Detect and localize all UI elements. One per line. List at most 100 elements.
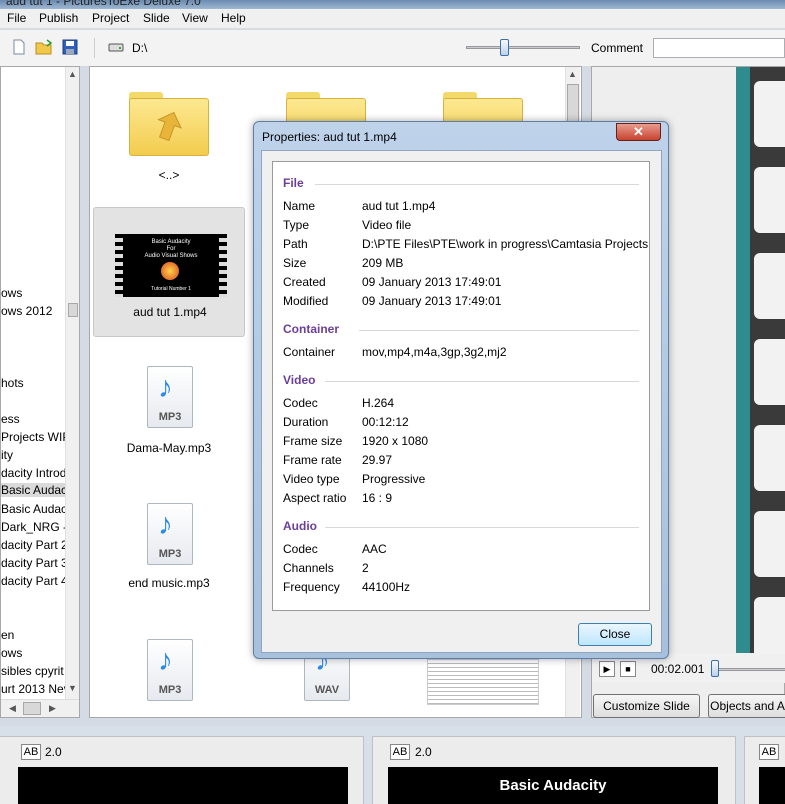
properties-list: File Name aud tut 1.mp4 Type Video file … xyxy=(272,161,650,611)
prop-value: mov,mp4,m4a,3gp,3g2,mj2 xyxy=(362,345,507,359)
playback-slider-handle[interactable] xyxy=(711,660,719,677)
scroll-up-icon[interactable]: ▲ xyxy=(568,69,577,79)
tree-item[interactable]: en xyxy=(1,628,14,642)
scroll-left-icon[interactable]: ◀ xyxy=(9,703,16,714)
file-item-label: end music.mp3 xyxy=(128,576,210,590)
text-document-thumbnail[interactable] xyxy=(427,659,539,705)
slide-card[interactable]: AB 2.0 xyxy=(0,736,364,804)
tree-item[interactable]: dacity Introd xyxy=(1,466,66,480)
transition-ab-icon[interactable]: AB xyxy=(759,744,779,760)
new-file-icon[interactable] xyxy=(11,39,27,55)
prop-value: Video file xyxy=(362,218,412,232)
tree-item[interactable]: dacity Part 2 xyxy=(1,538,68,552)
zoom-slider-handle[interactable] xyxy=(500,39,509,56)
prop-label: Name xyxy=(283,199,316,213)
film-frame xyxy=(754,253,785,319)
tree-item[interactable]: Projects WIP xyxy=(1,430,70,444)
mp3-file-icon: ♪ MP3 xyxy=(147,503,193,565)
prop-label: Codec xyxy=(283,396,318,410)
tree-item[interactable]: ows xyxy=(1,286,22,300)
toolbar-divider xyxy=(94,38,95,58)
file-item-up-folder[interactable]: <..> xyxy=(93,67,245,197)
prop-label: Modified xyxy=(283,294,329,308)
tree-item[interactable]: ess xyxy=(1,412,20,426)
tree-item[interactable]: dacity Part 3 xyxy=(1,556,68,570)
tree-item[interactable]: Dark_NRG - xyxy=(1,520,67,534)
mp3-file-icon: ♪ MP3 xyxy=(147,366,193,428)
prop-value: 209 MB xyxy=(362,256,404,270)
play-icon[interactable]: ▶ xyxy=(599,661,615,677)
slide-caption: Basic Audacity xyxy=(499,777,607,794)
objects-and-animation-button[interactable]: Objects and A xyxy=(708,694,785,718)
zoom-slider[interactable] xyxy=(466,46,580,49)
drive-icon xyxy=(108,41,124,57)
menu-project[interactable]: Project xyxy=(92,11,129,25)
playback-slider[interactable] xyxy=(716,668,785,671)
prop-label: Duration xyxy=(283,415,329,429)
dialog-title: Properties: aud tut 1.mp4 xyxy=(262,130,397,144)
thumb-line: For xyxy=(166,246,176,252)
slide-card[interactable]: AB xyxy=(744,736,785,804)
scroll-right-icon[interactable]: ▶ xyxy=(49,703,56,714)
prop-label: Path xyxy=(283,237,308,251)
menu-slide[interactable]: Slide xyxy=(143,11,170,25)
section-heading-container: Container xyxy=(283,322,340,336)
file-item-mp3[interactable]: ♪ MP3 xyxy=(93,625,245,717)
slide-preview xyxy=(736,67,785,653)
section-heading-audio: Audio xyxy=(283,519,317,533)
prop-value: aud tut 1.mp4 xyxy=(362,199,436,213)
tree-item[interactable]: ity xyxy=(1,448,13,462)
thumb-line: Audio Visual Shows xyxy=(144,253,198,259)
tree-item[interactable]: ows xyxy=(1,646,22,660)
tree-item[interactable]: ows 2012 xyxy=(1,304,52,318)
file-item-mp3[interactable]: ♪ MP3 end music.mp3 xyxy=(93,489,245,609)
properties-dialog: Properties: aud tut 1.mp4 ✕ File Name au… xyxy=(253,121,669,659)
stop-icon[interactable]: ■ xyxy=(620,661,636,677)
dialog-body: File Name aud tut 1.mp4 Type Video file … xyxy=(261,150,662,653)
close-button[interactable]: Close xyxy=(578,623,652,646)
thumb-line: Tutorial Number 1 xyxy=(151,286,191,292)
transition-ab-icon[interactable]: AB xyxy=(21,744,41,760)
dialog-close-x-button[interactable]: ✕ xyxy=(616,123,661,141)
scroll-down-icon[interactable]: ▼ xyxy=(68,683,77,693)
menu-bar: File Publish Project Slide View Help xyxy=(0,9,785,29)
customize-slide-button[interactable]: Customize Slide xyxy=(593,694,700,718)
file-item-label: <..> xyxy=(158,168,180,182)
window-title-bar: aud tut 1 - PicturesToExe Deluxe 7.0 xyxy=(0,0,785,9)
prop-label: Codec xyxy=(283,542,318,556)
open-folder-icon[interactable] xyxy=(35,39,53,55)
transition-ab-icon[interactable]: AB xyxy=(390,744,410,760)
file-item-mp3[interactable]: ♪ MP3 Dama-May.mp3 xyxy=(93,352,245,472)
menu-file[interactable]: File xyxy=(7,11,26,25)
tree-scroll-thumb[interactable] xyxy=(68,303,78,317)
scroll-up-icon[interactable]: ▲ xyxy=(68,69,77,79)
prop-label: Frame rate xyxy=(283,453,342,467)
save-icon[interactable] xyxy=(62,39,78,55)
tree-vertical-scrollbar[interactable]: ▲ ▼ xyxy=(65,67,79,699)
prop-value: 1920 x 1080 xyxy=(362,434,429,448)
slide-thumbnail: Basic Audacity xyxy=(388,767,718,804)
toolbar: D:\ Comment xyxy=(0,30,785,66)
section-divider xyxy=(359,330,639,331)
mp3-label: MP3 xyxy=(158,548,182,560)
menu-help[interactable]: Help xyxy=(221,11,246,25)
file-item-label: Dama-May.mp3 xyxy=(126,441,212,455)
tree-hscroll-thumb[interactable] xyxy=(23,702,41,715)
menu-publish[interactable]: Publish xyxy=(39,11,78,25)
prop-value: 09 January 2013 17:49:01 xyxy=(362,275,502,289)
tree-item[interactable]: hots xyxy=(1,376,24,390)
tree-item[interactable]: Basic Audac xyxy=(1,502,67,516)
folder-tree[interactable]: ows ows 2012 hots ess Projects WIP ity d… xyxy=(0,66,80,718)
menu-view[interactable]: View xyxy=(182,11,208,25)
window-title: aud tut 1 - PicturesToExe Deluxe 7.0 xyxy=(6,0,201,8)
tree-item[interactable]: urt 2013 Nev xyxy=(1,682,70,696)
tree-item[interactable]: sibles cpyrit xyxy=(1,664,64,678)
tree-item[interactable]: dacity Part 4 xyxy=(1,574,68,588)
tree-item-selected[interactable]: Basic Audac xyxy=(1,483,67,497)
file-item-video-selected[interactable]: Basic Audacity For Audio Visual Shows Tu… xyxy=(93,207,245,337)
film-edge xyxy=(736,67,750,653)
tree-horizontal-scrollbar[interactable]: ◀ ▶ xyxy=(1,699,79,717)
slide-card[interactable]: AB 2.0 Basic Audacity xyxy=(372,736,736,804)
mp3-label: MP3 xyxy=(158,411,182,423)
comment-input[interactable] xyxy=(653,38,785,58)
